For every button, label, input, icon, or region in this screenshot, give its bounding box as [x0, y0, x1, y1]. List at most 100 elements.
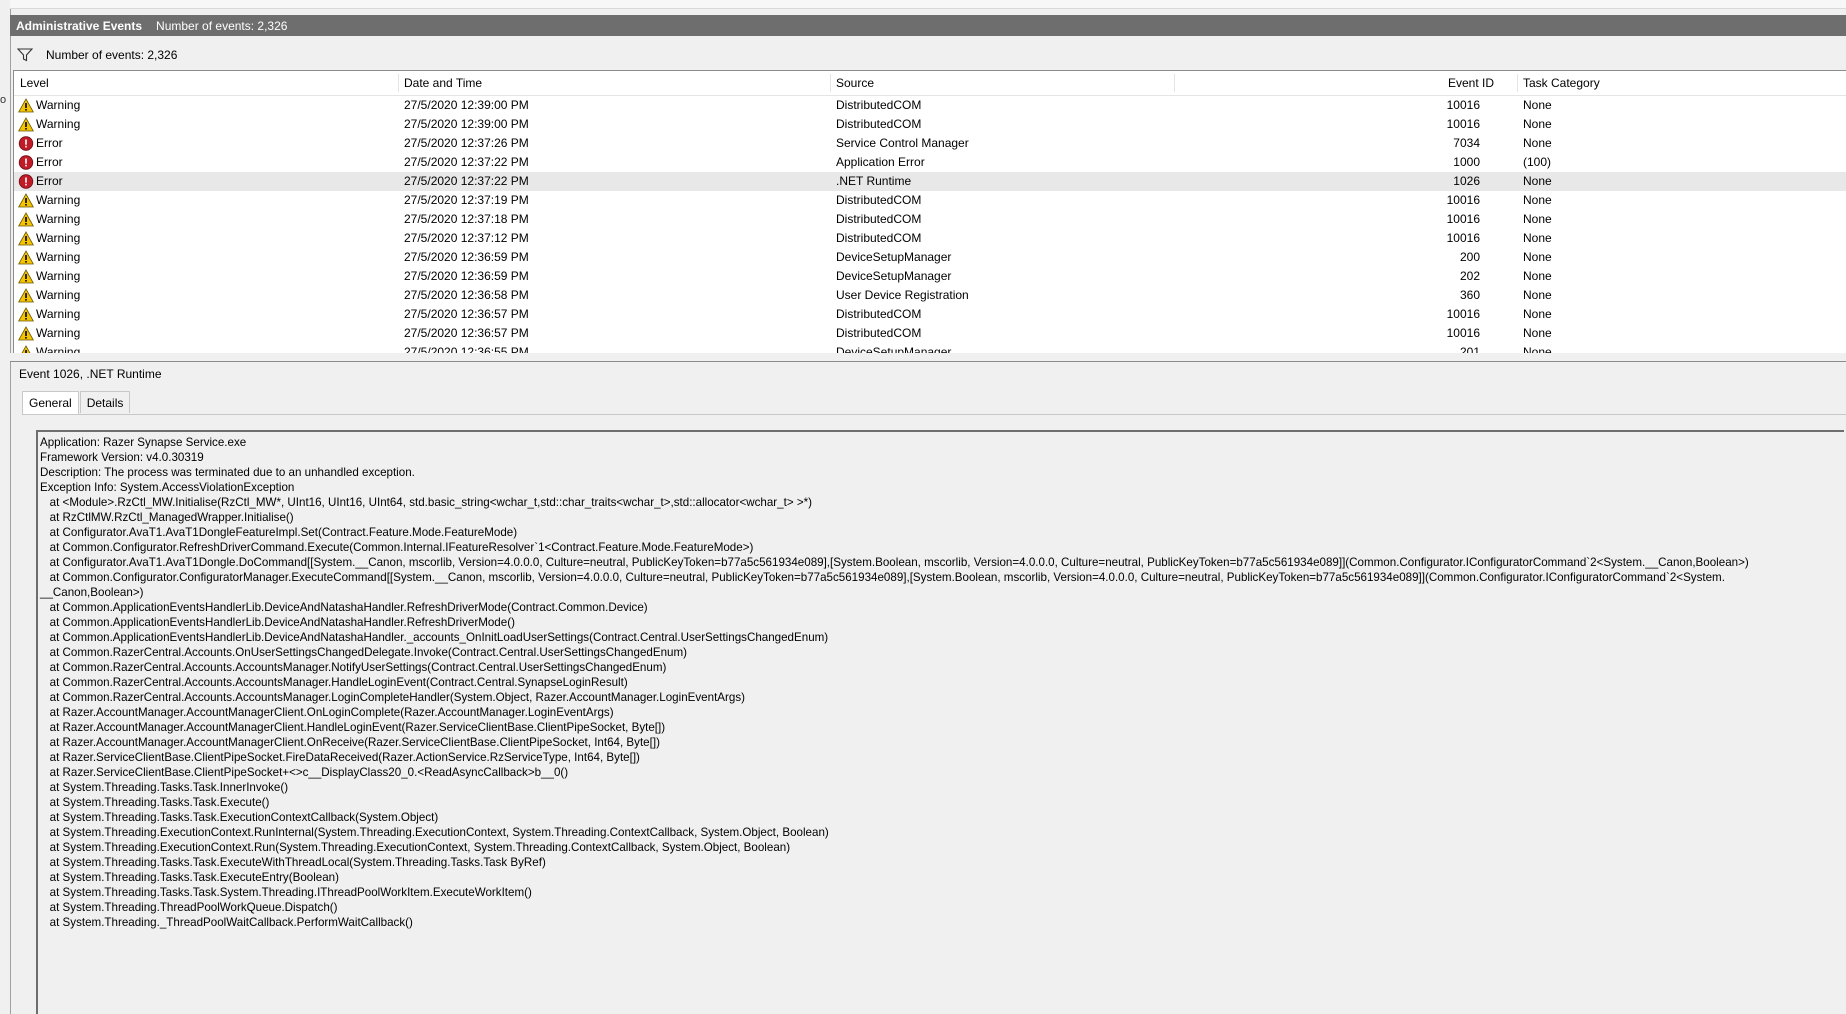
column-header-level[interactable]: Level — [14, 71, 394, 95]
row-event-id: 10016 — [1446, 326, 1480, 340]
tab-details[interactable]: Details — [79, 391, 131, 413]
column-header-task-category[interactable]: Task Category — [1517, 71, 1817, 95]
table-row[interactable]: Warning 27/5/2020 12:36:59 PM DeviceSetupM… — [14, 267, 1846, 286]
row-source: Service Control Manager — [836, 136, 969, 150]
filter-icon[interactable] — [17, 48, 33, 62]
row-date: 27/5/2020 12:36:57 PM — [404, 326, 529, 340]
table-row[interactable]: Warning 27/5/2020 12:36:57 PM DistributedC… — [14, 324, 1846, 343]
row-task-category: None — [1523, 326, 1552, 340]
warning-icon — [18, 326, 34, 341]
message-line: Description: The process was terminated … — [40, 466, 415, 479]
row-task-category: None — [1523, 98, 1552, 112]
message-line: at System.Threading.Tasks.Task.ExecuteEn… — [40, 871, 339, 884]
table-row[interactable]: Warning 27/5/2020 12:37:18 PM DistributedC… — [14, 210, 1846, 229]
warning-icon — [18, 307, 34, 322]
table-row[interactable]: Warning 27/5/2020 12:37:12 PM DistributedC… — [14, 229, 1846, 248]
message-line: Application: Razer Synapse Service.exe — [40, 436, 247, 449]
column-header-source[interactable]: Source — [830, 71, 1180, 95]
message-line: at Common.Configurator.RefreshDriverComm… — [40, 541, 754, 554]
message-line: at System.Threading.Tasks.Task.ExecuteWi… — [40, 856, 546, 869]
row-source: DistributedCOM — [836, 212, 922, 226]
row-source: DistributedCOM — [836, 326, 922, 340]
message-line: at <Module>.RzCtl_MW.Initialise(RzCtl_MW… — [40, 496, 812, 509]
view-title: Administrative Events — [16, 18, 143, 33]
event-message-box[interactable]: Application: Razer Synapse Service.exe Fr… — [36, 430, 1844, 1014]
row-event-id: 360 — [1459, 288, 1480, 302]
event-message: Application: Razer Synapse Service.exe Fr… — [38, 432, 1844, 930]
row-date: 27/5/2020 12:37:22 PM — [404, 174, 529, 188]
row-source: DeviceSetupManager — [836, 250, 952, 264]
table-row[interactable]: Warning 27/5/2020 12:37:19 PM DistributedC… — [14, 191, 1846, 210]
event-detail-heading: Event 1026, .NET Runtime — [19, 367, 162, 381]
row-task-category: None — [1523, 174, 1552, 188]
row-date: 27/5/2020 12:37:26 PM — [404, 136, 529, 150]
row-task-category: None — [1523, 193, 1552, 207]
row-task-category: None — [1523, 288, 1552, 302]
warning-icon — [18, 250, 34, 265]
message-line: at Common.ApplicationEventsHandlerLib.De… — [40, 616, 515, 629]
message-line: at RzCtlMW.RzCtl_ManagedWrapper.Initiali… — [40, 511, 294, 524]
list-header: Level Date and Time Source Event ID Task… — [14, 71, 1846, 96]
row-date: 27/5/2020 12:36:59 PM — [404, 269, 529, 283]
message-line: at System.Threading.Tasks.Task.System.Th… — [40, 886, 532, 899]
message-line: at System.Threading.ThreadPoolWorkQueue.… — [40, 901, 338, 914]
row-event-id: 1026 — [1453, 174, 1480, 188]
row-task-category: None — [1523, 269, 1552, 283]
table-row[interactable]: Warning 27/5/2020 12:39:00 PM DistributedC… — [14, 96, 1846, 115]
row-event-id: 10016 — [1446, 98, 1480, 112]
message-line: Framework Version: v4.0.30319 — [40, 451, 204, 464]
rail-glyph: o — [0, 94, 7, 106]
message-line: __Canon,Boolean>) — [40, 586, 144, 599]
row-event-id: 10016 — [1446, 212, 1480, 226]
row-date: 27/5/2020 12:36:57 PM — [404, 307, 529, 321]
left-navigation-rail: o — [0, 0, 11, 1014]
table-row[interactable]: Error 27/5/2020 12:37:22 PM .NET Runtime 10… — [14, 172, 1846, 191]
row-level: Warning — [36, 193, 81, 207]
message-line: at Configurator.AvaT1.AvaT1Dongle.DoComm… — [40, 556, 1749, 569]
pane-splitter[interactable] — [10, 353, 1846, 362]
row-date: 27/5/2020 12:37:12 PM — [404, 231, 529, 245]
table-row[interactable]: Warning 27/5/2020 12:36:59 PM DeviceSetupM… — [14, 248, 1846, 267]
row-event-id: 1000 — [1453, 155, 1480, 169]
table-row[interactable]: Error 27/5/2020 12:37:22 PM Application Er… — [14, 153, 1846, 172]
row-date: 27/5/2020 12:36:59 PM — [404, 250, 529, 264]
column-header-event-id[interactable]: Event ID — [1174, 71, 1504, 95]
message-line: at System.Threading.Tasks.Task.InnerInvo… — [40, 781, 289, 794]
row-level: Warning — [36, 250, 81, 264]
warning-icon — [18, 193, 34, 208]
row-task-category: (100) — [1523, 155, 1552, 169]
filter-bar: Number of events: 2,326 — [13, 44, 1846, 66]
message-line: at Configurator.AvaT1.AvaT1DongleFeature… — [40, 526, 518, 539]
table-row[interactable]: Error 27/5/2020 12:37:26 PM Service Contro… — [14, 134, 1846, 153]
row-date: 27/5/2020 12:39:00 PM — [404, 117, 529, 131]
row-level: Warning — [36, 117, 81, 131]
row-level: Warning — [36, 231, 81, 245]
row-event-id: 200 — [1459, 250, 1480, 264]
row-source: User Device Registration — [836, 288, 969, 302]
message-line: at System.Threading._ThreadPoolWaitCallb… — [40, 916, 413, 929]
row-source: DistributedCOM — [836, 117, 922, 131]
row-date: 27/5/2020 12:36:58 PM — [404, 288, 529, 302]
row-task-category: None — [1523, 117, 1552, 131]
row-source: DistributedCOM — [836, 193, 922, 207]
row-level: Warning — [36, 288, 81, 302]
row-task-category: None — [1523, 250, 1552, 264]
warning-icon — [18, 288, 34, 303]
table-row[interactable]: Warning 27/5/2020 12:36:58 PM User Device … — [14, 286, 1846, 305]
message-line: at System.Threading.ExecutionContext.Run… — [40, 841, 791, 854]
view-title-bar: Administrative Events Number of events: … — [10, 15, 1846, 36]
row-source: Application Error — [836, 155, 925, 169]
tab-general[interactable]: General — [22, 391, 79, 414]
top-strip — [10, 0, 1846, 9]
table-row[interactable]: Warning 27/5/2020 12:39:00 PM DistributedC… — [14, 115, 1846, 134]
column-header-date[interactable]: Date and Time — [398, 71, 828, 95]
row-source: DistributedCOM — [836, 231, 922, 245]
detail-tabs: General Details — [22, 391, 131, 414]
message-line: at Razer.AccountManager.AccountManagerCl… — [40, 736, 660, 749]
event-count-title: Number of events: 2,326 — [156, 18, 288, 33]
message-line: Exception Info: System.AccessViolationEx… — [40, 481, 295, 494]
event-list[interactable]: Level Date and Time Source Event ID Task… — [13, 70, 1846, 355]
warning-icon — [18, 269, 34, 284]
row-event-id: 202 — [1459, 269, 1480, 283]
table-row[interactable]: Warning 27/5/2020 12:36:57 PM DistributedC… — [14, 305, 1846, 324]
